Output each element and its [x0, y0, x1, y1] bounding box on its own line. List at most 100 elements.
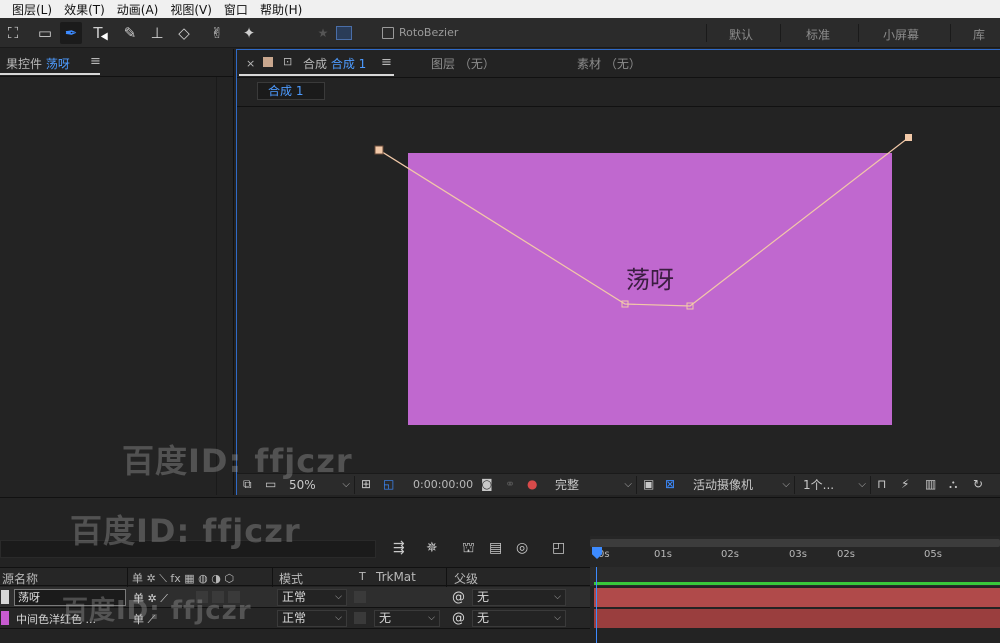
pan-behind-icon[interactable]: ⛶ [2, 22, 24, 44]
parent-dropdown[interactable]: 无 ⌵ [472, 589, 566, 606]
effect-controls-tab[interactable]: 果控件 荡呀 [6, 55, 70, 72]
star-icon: ★ [317, 26, 329, 40]
panel-divider [0, 76, 234, 77]
menu-layer[interactable]: 图层(L) [0, 1, 58, 18]
workspace-standard[interactable]: 标准 [806, 26, 830, 43]
region-of-interest-icon[interactable]: ▣ [643, 477, 654, 491]
rotobezier-label: RotoBezier [399, 26, 459, 39]
preserve-transparency-checkbox[interactable] [354, 612, 366, 624]
chevron-down-icon: ⌵ [624, 479, 632, 490]
column-separator [127, 568, 128, 587]
blend-mode-dropdown[interactable]: 正常 ⌵ [277, 610, 347, 627]
resolution-dropdown[interactable]: 完整 ⌵ [551, 476, 637, 494]
layer-duration-bar[interactable] [594, 609, 1000, 628]
camera-dropdown[interactable]: 活动摄像机 ⌵ [689, 476, 795, 494]
effect-controls-panel: 果控件 荡呀 ≡ [0, 49, 234, 495]
timeline-column-header: 源名称 单 ✲ ⟍ fx ▦ ◍ ◑ ⬡ 模式 T TrkMat 父级 [0, 567, 590, 587]
workspace-small-screen[interactable]: 小屏幕 [883, 26, 919, 43]
column-separator [272, 568, 273, 587]
composition-panel: × ⊡ 合成 合成 1 ≡ 图层 （无） 素材 （无） 合成 1 荡呀 ⧉ ▭ … [236, 49, 1000, 495]
parent-pickwhip-icon[interactable]: @ [452, 611, 465, 626]
puppet-pin-icon[interactable]: ✦ [238, 22, 260, 44]
clone-stamp-icon[interactable]: ⊥ [146, 22, 168, 44]
menu-bar: 图层(L) 效果(T) 动画(A) 视图(V) 窗口 帮助(H) [0, 0, 1000, 18]
views-dropdown[interactable]: 1个... ⌵ [799, 476, 871, 494]
eraser-icon[interactable]: ◇ [173, 22, 195, 44]
time-ruler[interactable]: 0s 01s 02s 03s 02s 05s [590, 536, 1000, 567]
current-time[interactable]: 0:00:00:00 [413, 478, 473, 491]
chevron-down-icon: ⌵ [335, 592, 342, 602]
pen-tool-icon[interactable]: ✒ [60, 22, 82, 44]
watermark: 百度ID: ffjczr [70, 512, 301, 550]
color-channels-icon[interactable]: ● [527, 477, 537, 491]
blend-mode-value: 正常 [282, 611, 307, 625]
parent-dropdown[interactable]: 无 ⌵ [472, 610, 566, 627]
column-trkmat[interactable]: TrkMat [376, 570, 416, 584]
shy-layers-icon[interactable]: ⛫ [462, 540, 475, 558]
chevron-down-icon: ⌵ [782, 479, 790, 490]
flowchart-icon[interactable]: ⛬ [949, 477, 957, 492]
comp-mini-flowchart-icon[interactable]: ⇶ [393, 540, 405, 556]
chevron-down-icon: ⌵ [335, 613, 342, 623]
column-source-name[interactable]: 源名称 [2, 570, 38, 587]
camera-snapshot-icon[interactable]: ◙ [481, 477, 493, 491]
graph-editor-icon[interactable]: ◰ [552, 540, 565, 556]
time-navigator[interactable] [590, 539, 1000, 547]
reset-icon[interactable]: ↻ [973, 477, 983, 491]
workspace-separator [858, 24, 859, 42]
mask-vertex-handle[interactable] [905, 134, 912, 141]
roto-brush-icon[interactable]: ✌ [206, 22, 228, 44]
motion-blur-icon[interactable]: ◎ [516, 540, 528, 556]
brush-tool-icon[interactable]: ✎ [119, 22, 141, 44]
trkmat-dropdown[interactable]: 无 ⌵ [374, 610, 440, 627]
mask-visibility-icon[interactable]: ◱ [383, 477, 394, 491]
text-layer[interactable]: 荡呀 [626, 266, 674, 294]
fill-swatch-icon[interactable] [336, 26, 352, 40]
views-value: 1个... [803, 478, 835, 492]
active-tab-indicator [0, 73, 100, 75]
effect-controls-layer-name: 荡呀 [45, 57, 70, 71]
blend-mode-value: 正常 [282, 590, 307, 604]
layer-label-color[interactable] [1, 590, 9, 604]
timeline-icon[interactable]: ▥ [925, 477, 936, 491]
menu-help[interactable]: 帮助(H) [254, 1, 308, 18]
rectangle-tool-icon[interactable]: ▭ [34, 22, 56, 44]
composition-viewer[interactable]: 荡呀 [237, 50, 1000, 472]
menu-view[interactable]: 视图(V) [164, 1, 218, 18]
layer-label-color[interactable] [1, 611, 9, 625]
reset-exposure-icon[interactable]: ⊓ [877, 477, 886, 491]
menu-window[interactable]: 窗口 [218, 1, 254, 18]
watermark: 百度ID: ffjczr [62, 596, 252, 626]
ruler-tick-label: 02s [721, 549, 739, 560]
fast-preview-icon[interactable]: ⚡ [901, 477, 909, 491]
column-mode[interactable]: 模式 [279, 570, 303, 587]
transparency-grid-icon[interactable]: ⊠ [665, 477, 675, 491]
mask-vertex-handle[interactable] [374, 145, 384, 155]
column-switches: 单 ✲ ⟍ fx ▦ ◍ ◑ ⬡ [132, 572, 234, 585]
workspace-default[interactable]: 默认 [729, 26, 753, 43]
toolbar: ⛶ ▭ ✒ T ✎ ⊥ ◇ ✌ ✦ ★ RotoBezier 默认 标准 小屏幕… [0, 18, 1000, 48]
workspace-separator [780, 24, 781, 42]
workspace-libraries[interactable]: 库 [973, 26, 985, 43]
chevron-down-icon: ⌵ [858, 479, 866, 490]
draft-3d-icon[interactable]: ✵ [426, 540, 438, 556]
menu-animation[interactable]: 动画(A) [111, 1, 165, 18]
panel-column-divider [216, 77, 217, 495]
panel-menu-icon[interactable]: ≡ [90, 54, 101, 69]
effect-controls-tab-label: 果控件 [6, 57, 43, 71]
frame-blending-icon[interactable]: ▤ [489, 540, 502, 556]
rotobezier-checkbox[interactable] [382, 27, 394, 39]
layer-duration-bar[interactable] [594, 588, 1000, 607]
grid-guide-icon[interactable]: ⊞ [361, 477, 371, 491]
column-preserve-transparency: T [359, 570, 366, 583]
show-snapshot-icon[interactable]: ⚭ [505, 477, 515, 491]
column-parent[interactable]: 父级 [454, 570, 478, 587]
trkmat-value: 无 [379, 611, 392, 625]
playhead-line [596, 567, 597, 643]
preserve-transparency-checkbox[interactable] [354, 591, 366, 603]
resolution-value: 完整 [555, 478, 580, 492]
menu-effect[interactable]: 效果(T) [58, 1, 111, 18]
parent-pickwhip-icon[interactable]: @ [452, 590, 465, 605]
watermark: 百度ID: ffjczr [122, 442, 353, 480]
blend-mode-dropdown[interactable]: 正常 ⌵ [277, 589, 347, 606]
